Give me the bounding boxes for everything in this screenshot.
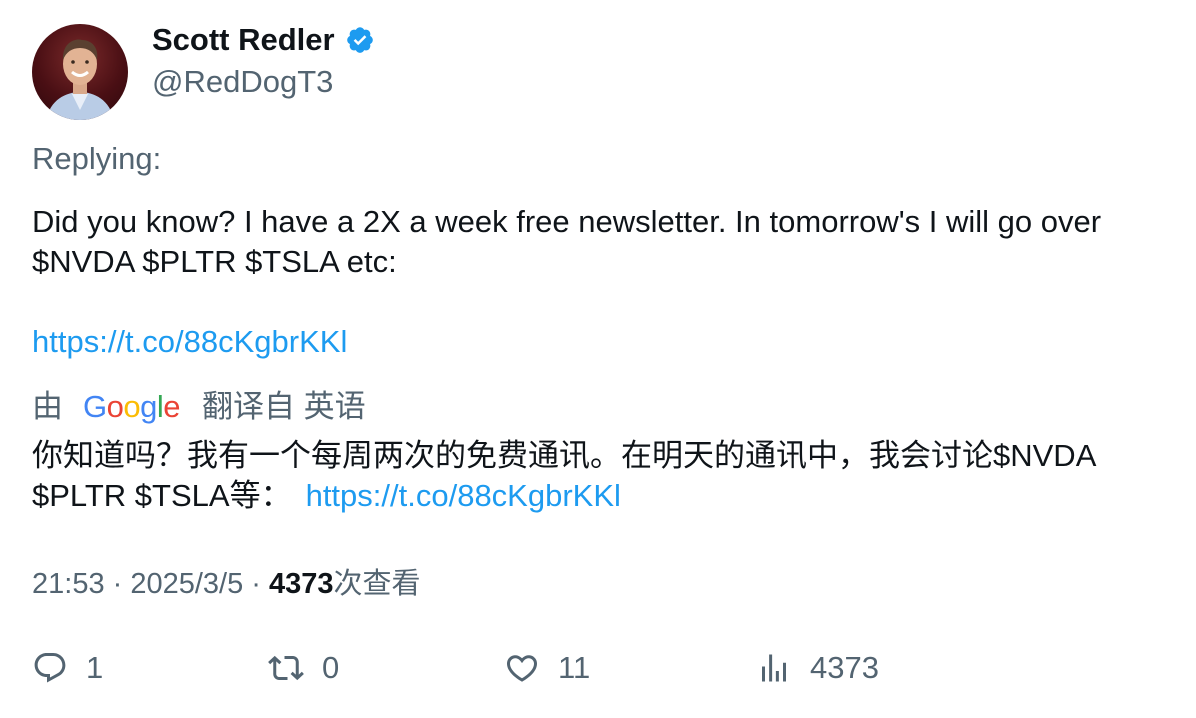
analytics-icon bbox=[762, 654, 786, 682]
translated-line-2-row: $PLTR $TSLA等： https://t.co/88cKgbrKKl bbox=[32, 476, 1172, 516]
reply-count: 1 bbox=[86, 650, 104, 685]
retweet-icon bbox=[268, 655, 304, 681]
tweet-link[interactable]: https://t.co/88cKgbrKKl bbox=[32, 322, 347, 362]
google-logo: Google bbox=[83, 389, 181, 424]
translated-line-1: 你知道吗？我有一个每周两次的免费通讯。在明天的通讯中，我会讨论$NVDA bbox=[32, 438, 1097, 473]
like-count: 11 bbox=[558, 650, 591, 685]
views-button[interactable]: 4373 bbox=[756, 650, 879, 686]
retweet-button[interactable]: 0 bbox=[268, 650, 339, 686]
tweet-date[interactable]: 2025/3/5 bbox=[130, 568, 243, 600]
translated-line-2: $PLTR $TSLA等： bbox=[32, 478, 292, 513]
tweet-text: Did you know? I have a 2X a week free ne… bbox=[32, 202, 1162, 282]
tweet-meta: 21:53 · 2025/3/5 · 4373次查看 bbox=[32, 564, 421, 604]
tweet-time[interactable]: 21:53 bbox=[32, 568, 105, 600]
views-count: 4373 bbox=[269, 568, 334, 600]
tweet-text-line-1: Did you know? I have a 2X a week free ne… bbox=[32, 204, 1102, 239]
author-name-row[interactable]: Scott Redler bbox=[152, 22, 375, 58]
author-handle[interactable]: @RedDogT3 bbox=[152, 64, 333, 100]
translated-link[interactable]: https://t.co/88cKgbrKKl bbox=[306, 478, 621, 513]
replying-label: Replying: bbox=[32, 141, 162, 176]
like-button[interactable]: 11 bbox=[504, 650, 590, 686]
translation-suffix[interactable]: 翻译自 英语 bbox=[202, 387, 366, 427]
meta-separator: · bbox=[104, 568, 131, 600]
views-label: 次查看 bbox=[333, 568, 421, 600]
reply-button[interactable]: 1 bbox=[32, 650, 103, 686]
views-action-count: 4373 bbox=[810, 650, 879, 685]
author-display-name[interactable]: Scott Redler bbox=[152, 22, 335, 58]
reply-icon bbox=[34, 653, 66, 683]
avatar[interactable] bbox=[32, 24, 128, 120]
heart-icon bbox=[506, 655, 538, 682]
translation-attribution: 由 Google 翻译自 英语 bbox=[32, 387, 366, 427]
verified-badge-icon bbox=[345, 25, 375, 55]
translated-text: 你知道吗？我有一个每周两次的免费通讯。在明天的通讯中，我会讨论$NVDA $PL… bbox=[32, 436, 1172, 516]
translation-prefix: 由 bbox=[32, 389, 63, 424]
meta-separator: · bbox=[243, 568, 270, 600]
tweet-text-line-2: $NVDA $PLTR $TSLA etc: bbox=[32, 244, 397, 279]
action-bar: 1 0 11 4373 bbox=[32, 650, 1162, 694]
retweet-count: 0 bbox=[322, 650, 340, 685]
